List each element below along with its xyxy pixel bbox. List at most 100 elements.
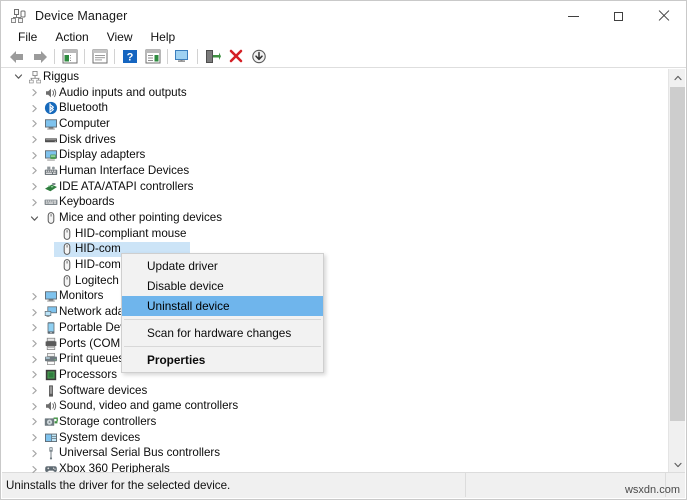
vertical-scrollbar[interactable] <box>668 69 685 473</box>
context-menu-item-properties[interactable]: Properties <box>122 350 323 370</box>
tree-node-display-adapters[interactable]: Display adapters <box>2 147 668 163</box>
chevron-right-icon[interactable] <box>26 182 42 191</box>
properties-icon <box>92 49 107 64</box>
network-adapter-icon <box>42 305 59 319</box>
tree-node-logitech[interactable]: Logitech <box>2 273 668 289</box>
show-hide-action-pane-button[interactable] <box>142 47 163 67</box>
tree-node-label: Computer <box>59 116 110 130</box>
chevron-down-icon[interactable] <box>26 214 42 223</box>
context-menu-item-scan-for-hardware-changes[interactable]: Scan for hardware changes <box>122 323 323 343</box>
tree-node-ports[interactable]: Ports (COM & <box>2 336 668 352</box>
device-tree-panel: Riggus Audio inputs and outputs Bluetoot… <box>2 69 685 473</box>
chevron-right-icon[interactable] <box>26 198 42 207</box>
tree-node-audio-inputs-and-outputs[interactable]: Audio inputs and outputs <box>2 85 668 101</box>
chevron-right-icon[interactable] <box>26 355 42 364</box>
tree-node-hid-compliant-3[interactable]: HID-com <box>2 257 668 273</box>
tree-node-label: Print queues <box>59 352 125 366</box>
tree-node-software-devices[interactable]: Software devices <box>2 383 668 399</box>
toolbar: ? <box>1 46 686 68</box>
tree-node-human-interface-devices[interactable]: Human Interface Devices <box>2 163 668 179</box>
back-button[interactable] <box>6 47 27 67</box>
chevron-right-icon[interactable] <box>26 135 42 144</box>
mouse-icon <box>58 242 75 256</box>
help-icon: ? <box>122 50 137 64</box>
chevron-right-icon[interactable] <box>26 339 42 348</box>
toolbar-separator <box>167 49 168 64</box>
tree-node-ide-ata-atapi-controllers[interactable]: IDE ATA/ATAPI controllers <box>2 179 668 195</box>
tree-node-keyboards[interactable]: Keyboards <box>2 195 668 211</box>
tree-node-computer[interactable]: Computer <box>2 116 668 132</box>
speaker-icon <box>42 86 59 100</box>
tree-node-root[interactable]: Riggus <box>2 69 668 85</box>
chevron-right-icon[interactable] <box>26 104 42 113</box>
tree-node-label: Bluetooth <box>59 101 108 115</box>
menu-view[interactable]: View <box>98 28 142 46</box>
tree-node-label: Monitors <box>59 289 104 303</box>
menu-action[interactable]: Action <box>46 28 97 46</box>
scan-for-hardware-changes-button[interactable] <box>172 47 193 67</box>
device-manager-icon <box>9 7 27 25</box>
tree-node-processors[interactable]: Processors <box>2 367 668 383</box>
tree-node-storage-controllers[interactable]: Storage controllers <box>2 414 668 430</box>
tree-node-universal-serial-bus-controllers[interactable]: Universal Serial Bus controllers <box>2 446 668 462</box>
tree-node-label: Portable Dev <box>59 320 127 334</box>
tree-node-monitors[interactable]: Monitors <box>2 289 668 305</box>
scan-for-hardware-changes-icon <box>174 50 188 62</box>
tree-node-portable-devices[interactable]: Portable Dev <box>2 320 668 336</box>
ide-controller-icon <box>42 180 59 194</box>
menu-file[interactable]: File <box>9 28 46 46</box>
tree-node-sound-video-and-game-controllers[interactable]: Sound, video and game controllers <box>2 398 668 414</box>
properties-button[interactable] <box>89 47 110 67</box>
chevron-right-icon[interactable] <box>26 386 42 395</box>
watermark: wsxdn.com <box>624 484 680 496</box>
tree-node-print-queues[interactable]: Print queues <box>2 351 668 367</box>
help-button[interactable]: ? <box>119 47 140 67</box>
context-menu-item-uninstall-device[interactable]: Uninstall device <box>122 296 323 316</box>
back-icon <box>9 50 23 63</box>
show-hide-console-tree-button[interactable] <box>59 47 80 67</box>
tree-node-label: Riggus <box>43 69 80 83</box>
tree-node-label: Mice and other pointing devices <box>59 211 223 225</box>
minimize-icon <box>568 15 579 17</box>
tree-node-label: Human Interface Devices <box>59 163 190 177</box>
chevron-right-icon[interactable] <box>26 119 42 128</box>
tree-node-system-devices[interactable]: System devices <box>2 430 668 446</box>
mouse-icon <box>58 227 75 241</box>
forward-button[interactable] <box>29 47 50 67</box>
chevron-right-icon[interactable] <box>26 308 42 317</box>
context-menu-item-disable-device[interactable]: Disable device <box>122 276 323 296</box>
tree-node-disk-drives[interactable]: Disk drives <box>2 132 668 148</box>
chevron-up-icon <box>673 75 682 80</box>
disable-device-button[interactable] <box>248 47 269 67</box>
chevron-down-icon[interactable] <box>10 72 26 81</box>
chevron-right-icon[interactable] <box>26 417 42 426</box>
chevron-right-icon[interactable] <box>26 433 42 442</box>
tree-node-label: HID-com <box>75 242 121 256</box>
tree-node-bluetooth[interactable]: Bluetooth <box>2 100 668 116</box>
tree-node-hid-compliant-selected[interactable]: HID-com <box>2 241 668 258</box>
chevron-right-icon[interactable] <box>26 465 42 473</box>
printer-icon <box>42 352 59 366</box>
tree-node-hid-compliant-mouse[interactable]: HID-compliant mouse <box>2 226 668 242</box>
context-menu-item-update-driver[interactable]: Update driver <box>122 256 323 276</box>
toolbar-separator <box>197 49 198 64</box>
uninstall-device-button[interactable] <box>225 47 246 67</box>
chevron-right-icon[interactable] <box>26 166 42 175</box>
chevron-right-icon[interactable] <box>26 88 42 97</box>
chevron-right-icon[interactable] <box>26 151 42 160</box>
tree-node-label: Sound, video and game controllers <box>59 399 239 413</box>
chevron-right-icon[interactable] <box>26 370 42 379</box>
update-driver-button[interactable] <box>202 47 223 67</box>
menu-help[interactable]: Help <box>142 28 185 46</box>
scroll-up-button[interactable] <box>669 69 685 86</box>
chevron-right-icon[interactable] <box>26 402 42 411</box>
tree-node-network-adapters[interactable]: Network ada <box>2 304 668 320</box>
scrollbar-thumb[interactable] <box>670 87 685 421</box>
chevron-right-icon[interactable] <box>26 292 42 301</box>
device-tree[interactable]: Riggus Audio inputs and outputs Bluetoot… <box>2 69 668 473</box>
chevron-right-icon[interactable] <box>26 449 42 458</box>
tree-node-mice-and-other-pointing-devices[interactable]: Mice and other pointing devices <box>2 210 668 226</box>
scroll-down-button[interactable] <box>669 456 685 473</box>
chevron-right-icon[interactable] <box>26 323 42 332</box>
bluetooth-icon <box>42 101 59 115</box>
